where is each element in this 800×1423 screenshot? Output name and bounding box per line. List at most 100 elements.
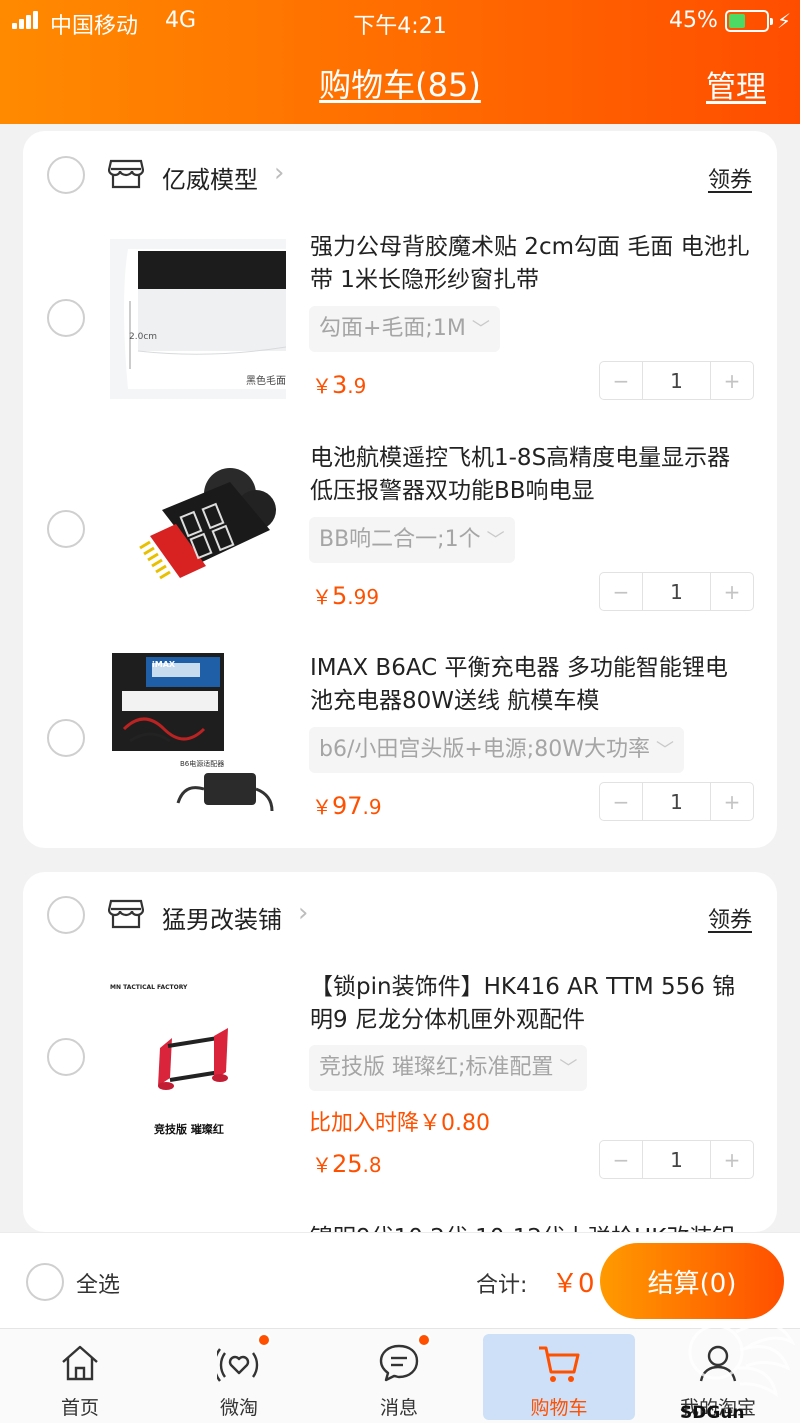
sku-selector[interactable]: 竞技版 璀璨红;标准配置 ﹀	[309, 1045, 588, 1091]
notification-dot	[257, 1333, 271, 1347]
product-title[interactable]: 电池航模遥控飞机1-8S高精度电量显示器低压报警器双功能BB响电显	[310, 442, 750, 508]
product-image[interactable]: MN TACTICAL FACTORY 竞技版 璀璨红	[110, 968, 286, 1148]
decrease-button[interactable]: −	[600, 573, 642, 610]
quantity-value[interactable]: 1	[642, 1141, 711, 1178]
chevron-down-icon: ﹀	[471, 319, 490, 340]
product-image[interactable]	[110, 450, 286, 610]
decrease-button[interactable]: −	[600, 362, 642, 399]
store-select-radio[interactable]	[47, 896, 85, 934]
product-price: ￥3.9	[312, 370, 366, 399]
tab-label: 消息	[379, 1397, 418, 1419]
decrease-button[interactable]: −	[600, 783, 642, 820]
cart-icon	[539, 1346, 580, 1382]
increase-button[interactable]: +	[711, 1141, 753, 1178]
chevron-down-icon: ﹀	[559, 1058, 578, 1079]
image-brand-label: iMAX	[152, 660, 176, 669]
watermark-text: SDGun	[680, 1403, 745, 1423]
image-brand-label: MN TACTICAL FACTORY	[110, 984, 188, 991]
coupon-link[interactable]: 领券	[708, 162, 752, 194]
tab-weitao[interactable]: 微淘	[163, 1329, 315, 1423]
tab-label: 首页	[60, 1397, 99, 1419]
tab-cart[interactable]: 购物车	[483, 1334, 635, 1420]
message-icon	[379, 1344, 419, 1382]
sku-selector[interactable]: 勾面+毛面;1M ﹀	[309, 306, 500, 352]
price-drop-notice: 比加入时降￥0.80	[309, 1111, 490, 1136]
increase-button[interactable]: +	[711, 362, 753, 399]
sku-selector[interactable]: BB响二合一;1个 ﹀	[309, 517, 515, 563]
heart-signal-icon	[217, 1348, 259, 1382]
quantity-stepper: − 1 +	[599, 572, 754, 611]
currency-symbol: ￥	[312, 585, 332, 609]
image-caption: B6电源适配器	[180, 760, 225, 768]
sku-label: BB响二合一;1个	[319, 527, 481, 552]
chevron-down-icon: ﹀	[486, 530, 505, 551]
product-title[interactable]: IMAX B6AC 平衡充电器 多功能智能锂电池充电器80W送线 航模车模	[310, 652, 750, 718]
quantity-stepper: − 1 +	[599, 361, 754, 400]
select-all-label[interactable]: 全选	[76, 1267, 120, 1299]
chevron-down-icon: ﹀	[655, 740, 674, 761]
item-select-radio[interactable]	[47, 1038, 85, 1076]
product-price: ￥25.8	[312, 1149, 382, 1178]
product-image[interactable]: iMAX B6电源适配器	[110, 651, 286, 831]
product-image[interactable]: 2.0cm 黑色毛面	[110, 239, 286, 399]
product-price: ￥5.99	[312, 581, 379, 610]
price-integer: 3	[332, 371, 348, 399]
product-title[interactable]: 【锁pin装饰件】HK416 AR TTM 556 锦明9 尼龙分体机匣外观配件	[310, 971, 750, 1037]
store-icon	[108, 899, 144, 929]
chevron-right-icon[interactable]: ›	[274, 158, 284, 188]
store-select-radio[interactable]	[47, 156, 85, 194]
store-card: 亿威模型 › 领券 2.0cm 黑色毛面 强力公母背胶魔术贴 2cm勾面 毛面 …	[23, 131, 777, 848]
currency-symbol: ￥	[312, 374, 332, 398]
increase-button[interactable]: +	[711, 573, 753, 610]
tab-label: 微淘	[219, 1397, 258, 1419]
battery-icon	[725, 10, 773, 32]
currency-symbol: ￥	[312, 795, 332, 819]
coupon-link[interactable]: 领券	[708, 902, 752, 934]
next-item-title-partial: 锦明9代10.2代 10-12代上弹枪HK改装铝箱	[310, 1218, 750, 1232]
price-decimal: .8	[362, 1153, 382, 1177]
quantity-value[interactable]: 1	[642, 783, 711, 820]
sku-label: b6/小田宫头版+电源;80W大功率	[319, 737, 650, 762]
product-price: ￥97.9	[312, 791, 382, 820]
increase-button[interactable]: +	[711, 783, 753, 820]
manage-button[interactable]: 管理	[706, 62, 766, 106]
status-bar: 中国移动 4G 下午4:21 45% ⚡	[0, 0, 800, 40]
price-decimal: .99	[347, 585, 380, 609]
image-caption: 黑色毛面	[246, 376, 286, 387]
price-integer: 5	[332, 582, 348, 610]
currency-symbol: ￥	[312, 1153, 332, 1177]
tab-messages[interactable]: 消息	[323, 1329, 475, 1423]
tab-home[interactable]: 首页	[4, 1329, 156, 1423]
image-dimension-label: 2.0cm	[129, 332, 158, 342]
quantity-value[interactable]: 1	[642, 573, 711, 610]
price-integer: 97	[332, 792, 363, 820]
image-caption: 竞技版 璀璨红	[154, 1123, 224, 1136]
watermark-logo: SDGun	[676, 1302, 796, 1423]
store-name[interactable]: 亿威模型	[162, 160, 258, 195]
store-name[interactable]: 猛男改装铺	[162, 900, 282, 935]
charging-icon: ⚡	[777, 9, 792, 33]
item-select-radio[interactable]	[47, 299, 85, 337]
sku-label: 勾面+毛面;1M	[319, 316, 466, 341]
total-label: 合计:	[476, 1273, 528, 1298]
item-select-radio[interactable]	[47, 510, 85, 548]
chevron-right-icon[interactable]: ›	[298, 898, 308, 928]
quantity-stepper: − 1 +	[599, 1140, 754, 1179]
store-icon	[108, 159, 144, 189]
decrease-button[interactable]: −	[600, 1141, 642, 1178]
tab-label: 购物车	[530, 1397, 588, 1419]
select-all-radio[interactable]	[26, 1263, 64, 1301]
battery-level	[729, 14, 745, 28]
product-title[interactable]: 强力公母背胶魔术贴 2cm勾面 毛面 电池扎带 1米长隐形纱窗扎带	[310, 231, 750, 297]
home-icon	[62, 1345, 98, 1381]
item-select-radio[interactable]	[47, 719, 85, 757]
sku-selector[interactable]: b6/小田宫头版+电源;80W大功率 ﹀	[309, 727, 684, 773]
store-card: 猛男改装铺 › 领券 MN TACTICAL FACTORY 竞技版 璀璨红 【…	[23, 872, 777, 1232]
battery-percent: 45%	[669, 8, 718, 33]
quantity-stepper: − 1 +	[599, 782, 754, 821]
page-title: 购物车(85)	[319, 66, 481, 104]
notification-dot	[417, 1333, 431, 1347]
quantity-value[interactable]: 1	[642, 362, 711, 399]
sku-label: 竞技版 璀璨红;标准配置	[319, 1055, 554, 1080]
price-integer: 25	[332, 1150, 363, 1178]
